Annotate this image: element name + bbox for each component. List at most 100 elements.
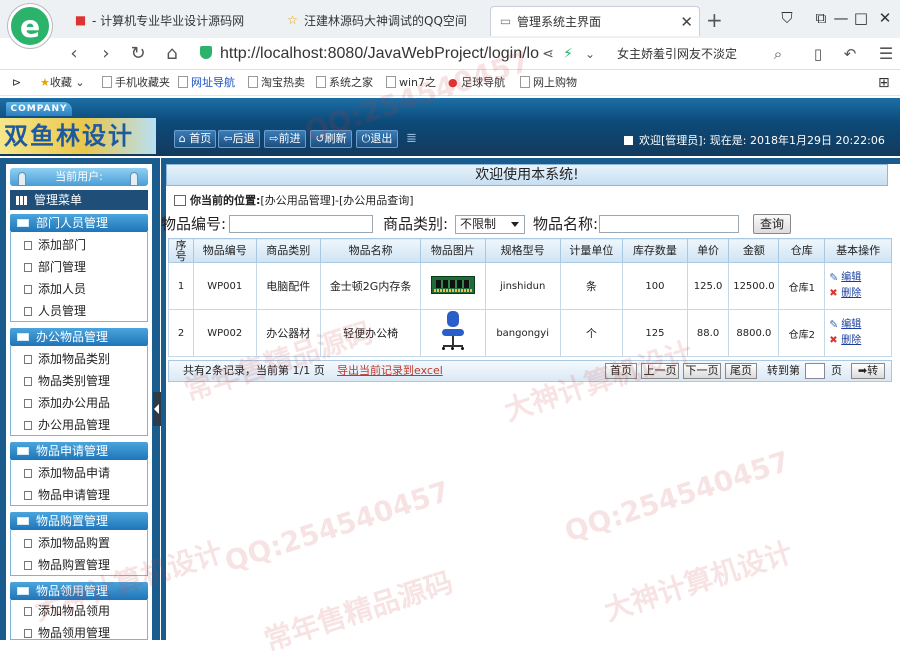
browser-logo-icon: e (8, 4, 52, 48)
undo-icon[interactable]: ↶ (838, 42, 862, 66)
bookmark-favorites[interactable]: ★收藏 ⌄ (40, 75, 85, 91)
menu-item-receive-manage[interactable]: 物品领用管理 (24, 622, 148, 640)
office-chair-icon (438, 310, 468, 353)
menu-item-staff-manage[interactable]: 人员管理 (24, 300, 148, 322)
menu-group-apply[interactable]: 物品申请管理 (10, 442, 148, 460)
cell-price: 125.0 (686, 262, 730, 310)
col-header-code: 物品编号 (193, 238, 257, 263)
menu-item-category-manage[interactable]: 物品类别管理 (24, 370, 148, 392)
folder-icon (17, 219, 29, 227)
refresh-icon[interactable]: ↻ (126, 42, 150, 66)
delete-link[interactable]: 删除 (829, 333, 891, 349)
last-page-button[interactable]: 尾页 (725, 363, 757, 379)
toolbar-forward-button[interactable]: ⇨前进 (264, 130, 306, 148)
toolbar-home-button[interactable]: ⌂ 首页 (174, 130, 216, 148)
bookmark-nav[interactable]: 网址导航 (178, 75, 235, 91)
page-icon (24, 561, 32, 570)
lightning-icon[interactable]: ⚡ (556, 42, 580, 66)
browser-tab-3[interactable]: ▭ 管理系统主界面 ✕ (490, 6, 700, 36)
phone-icon[interactable]: ▯ (806, 42, 830, 66)
close-tab-icon[interactable]: ✕ (680, 7, 693, 36)
menu-group-dept-staff[interactable]: 部门人员管理 (10, 214, 148, 232)
bookmark-syshome[interactable]: 系统之家 (316, 75, 373, 91)
brand-logo: 双鱼林设计 (0, 118, 156, 154)
skin-icon[interactable]: ⛉ (772, 6, 802, 30)
cell-amount: 8800.0 (728, 309, 780, 357)
home-icon[interactable]: ⌂ (160, 42, 184, 66)
toolbar-back-button[interactable]: ⇦后退 (218, 130, 260, 148)
cell-seq: 1 (168, 262, 194, 310)
star-icon: ☆ (287, 13, 298, 27)
menu-group-receive[interactable]: 物品领用管理 (10, 582, 148, 600)
bookmark-win7[interactable]: win7之 (386, 75, 436, 91)
bookmark-mobile[interactable]: 手机收藏夹 (102, 75, 170, 91)
browser-tab-2[interactable]: ☆ 汪建林源码大神调试的QQ空间 (278, 6, 490, 36)
back-icon[interactable]: ‹ (62, 42, 86, 66)
col-header-stock: 库存数量 (622, 238, 688, 263)
menu-item-add-receive[interactable]: 添加物品领用 (24, 600, 148, 622)
page-icon (178, 76, 188, 88)
menu-item-supplies-manage[interactable]: 办公用品管理 (24, 414, 148, 436)
bookmark-taobao[interactable]: 淘宝热卖 (248, 75, 305, 91)
go-button[interactable]: ➡转 (851, 363, 885, 379)
menu-item-dept-manage[interactable]: 部门管理 (24, 256, 148, 278)
prev-page-button[interactable]: 上一页 (641, 363, 679, 379)
promo-text[interactable]: 女主娇羞引网友不淡定 (617, 42, 767, 66)
goods-table: 序号 物品编号 商品类别 物品名称 物品图片 规格型号 计量单位 库存数量 单价… (168, 238, 892, 357)
ram-stick-icon (430, 275, 475, 294)
menu-item-add-supplies[interactable]: 添加办公用品 (24, 392, 148, 414)
edit-link[interactable]: 编辑 (829, 270, 891, 286)
cell-name: 金士顿2G内存条 (320, 262, 422, 310)
close-window-icon[interactable]: ✕ (870, 6, 900, 30)
page-number-input[interactable] (805, 363, 825, 379)
folder-icon (17, 333, 29, 341)
menu-item-purchase-manage[interactable]: 物品购置管理 (24, 554, 148, 576)
page-icon: ▭ (499, 14, 512, 28)
pin-right-icon (130, 172, 138, 186)
toolbar-refresh-button[interactable]: ↺刷新 (310, 130, 352, 148)
browser-tab-1[interactable]: ■ - 计算机专业毕业设计源码网 (66, 6, 266, 36)
menu-item-add-purchase[interactable]: 添加物品购置 (24, 532, 148, 554)
toolbar-exit-button[interactable]: ⏻退出 (356, 130, 398, 148)
next-page-button[interactable]: 下一页 (683, 363, 721, 379)
cell-image (420, 262, 486, 310)
menu-icon[interactable]: ☰ (874, 42, 898, 66)
delete-link[interactable]: 删除 (829, 286, 891, 302)
code-input[interactable] (229, 215, 373, 233)
page-icon (316, 76, 326, 88)
category-select[interactable]: 不限制 (455, 215, 525, 234)
name-input[interactable] (599, 215, 739, 233)
cell-stock: 125 (622, 309, 688, 357)
page-icon (386, 76, 396, 88)
menu-item-add-dept[interactable]: 添加部门 (24, 234, 148, 256)
menu-item-add-apply[interactable]: 添加物品申请 (24, 462, 148, 484)
tab-title: 管理系统主界面 (517, 15, 602, 29)
menu-item-apply-manage[interactable]: 物品申请管理 (24, 484, 148, 506)
sidebar-toggle-icon[interactable]: ⊳ (12, 75, 21, 91)
page-icon (24, 263, 32, 272)
export-excel-link[interactable]: 导出当前记录到excel (337, 361, 443, 381)
name-label: 物品名称: (533, 215, 599, 233)
menu-item-add-staff[interactable]: 添加人员 (24, 278, 148, 300)
menu-group-office-goods[interactable]: 办公物品管理 (10, 328, 148, 346)
search-icon[interactable]: ⌕ (766, 42, 790, 66)
pagination-bar: 共有2条记录，当前第 1/1 页 导出当前记录到excel 首页 上一页 下一页… (168, 360, 892, 382)
current-user-label: 当前用户: (10, 168, 148, 186)
menu-group-purchase[interactable]: 物品购置管理 (10, 512, 148, 530)
bookmark-shopping[interactable]: 网上购物 (520, 75, 577, 91)
page-icon (248, 76, 258, 88)
query-button[interactable]: 查询 (753, 214, 791, 234)
forward-icon[interactable]: › (94, 42, 118, 66)
cell-ops: 编辑 删除 (824, 262, 892, 310)
bookmark-football[interactable]: ● 足球导航 (448, 75, 505, 91)
cell-price: 88.0 (686, 309, 730, 357)
sidebar-collapse-handle[interactable] (153, 392, 161, 426)
new-tab-button[interactable]: + (706, 8, 723, 32)
table-header-row: 序号 物品编号 商品类别 物品名称 物品图片 规格型号 计量单位 库存数量 单价… (168, 238, 892, 263)
dropdown-icon[interactable]: ⌄ (578, 42, 602, 66)
apps-grid-icon[interactable]: ⊞ (878, 75, 890, 91)
menu-item-add-category[interactable]: 添加物品类别 (24, 348, 148, 370)
menu-root[interactable]: 管理菜单 (10, 190, 148, 210)
edit-link[interactable]: 编辑 (829, 317, 891, 333)
first-page-button[interactable]: 首页 (605, 363, 637, 379)
